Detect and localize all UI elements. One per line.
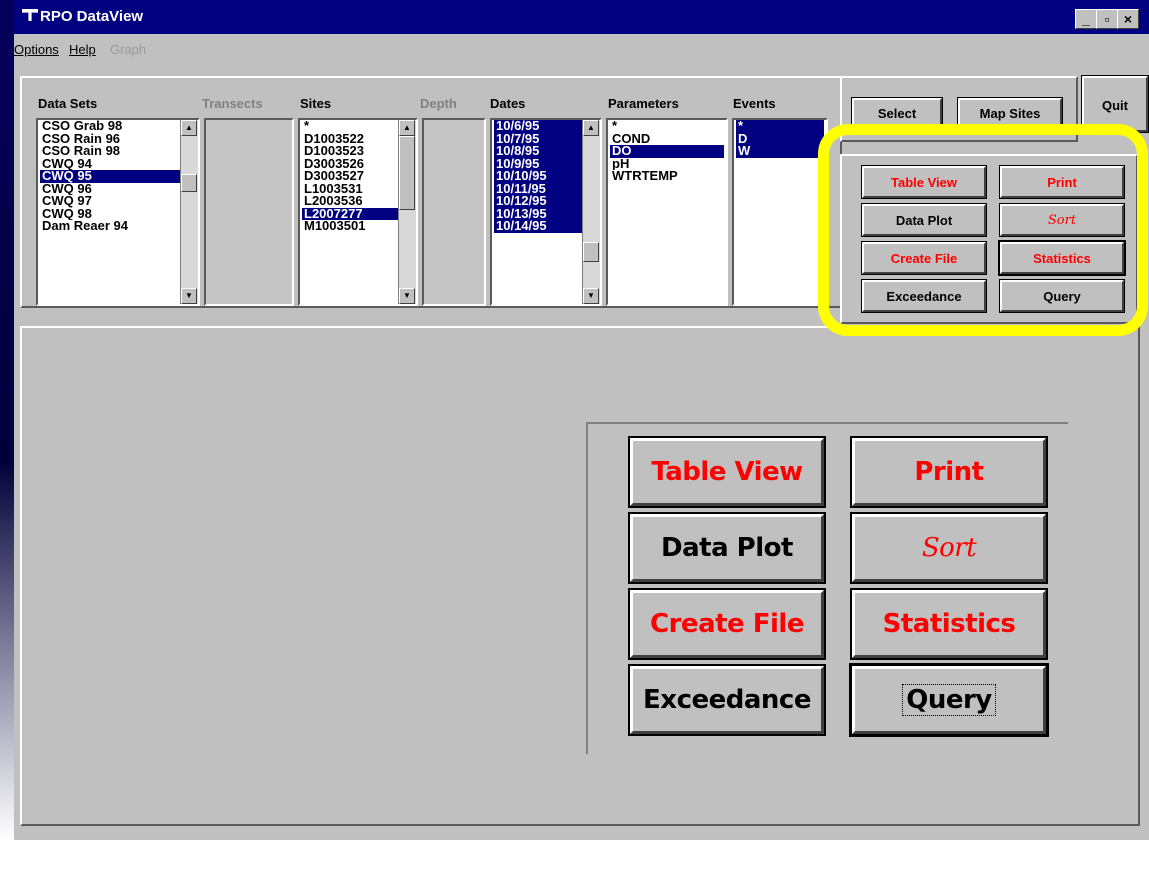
close-button[interactable]: ×: [1117, 9, 1139, 29]
list-item[interactable]: CWQ 94: [40, 158, 180, 171]
list-item[interactable]: 10/14/95: [494, 220, 582, 233]
list-item[interactable]: CSO Rain 98: [40, 145, 180, 158]
zoom-statistics-button[interactable]: Statistics: [850, 588, 1048, 660]
zoom-table-view-button[interactable]: Table View: [628, 436, 826, 508]
list-item[interactable]: CWQ 96: [40, 183, 180, 196]
title-bar[interactable]: RPO DataView _ ▫ ×: [14, 0, 1149, 34]
sites-scrollbar[interactable]: ▲ ▼: [398, 120, 416, 304]
window-title: RPO DataView: [40, 8, 144, 25]
list-item[interactable]: D1003523: [302, 145, 398, 158]
dates-label: Dates: [490, 96, 526, 111]
highlight-ring: [818, 124, 1148, 336]
list-item[interactable]: 10/11/95: [494, 182, 582, 195]
events-list[interactable]: * D W: [732, 118, 828, 306]
list-item[interactable]: *: [610, 120, 724, 133]
scroll-thumb[interactable]: [399, 136, 415, 210]
dates-scrollbar[interactable]: ▲ ▼: [582, 120, 600, 304]
list-item[interactable]: 10/13/95: [494, 207, 582, 220]
list-item[interactable]: WTRTEMP: [610, 170, 724, 183]
zoom-query-label: Query: [902, 684, 996, 716]
list-item[interactable]: W: [736, 145, 824, 158]
list-item[interactable]: CSO Rain 96: [40, 133, 180, 146]
list-item[interactable]: COND: [610, 133, 724, 146]
parameters-list[interactable]: * COND DO pH WTRTEMP: [606, 118, 728, 306]
transects-label: Transects: [202, 96, 263, 111]
list-item[interactable]: L2003536: [302, 195, 398, 208]
list-item[interactable]: CWQ 95: [40, 170, 180, 183]
scroll-up-icon[interactable]: ▲: [181, 120, 197, 136]
list-item[interactable]: M1003501: [302, 220, 398, 233]
list-item[interactable]: 10/9/95: [494, 157, 582, 170]
list-item[interactable]: L2007277: [302, 207, 398, 220]
zoom-sort-button[interactable]: Sort: [850, 512, 1048, 584]
minimize-button[interactable]: _: [1075, 9, 1097, 29]
list-item[interactable]: *: [736, 120, 824, 133]
zoom-data-plot-button[interactable]: Data Plot: [628, 512, 826, 584]
list-item[interactable]: pH: [610, 158, 724, 171]
zoomed-button-inset: Table View Print Data Plot Sort Create F…: [586, 422, 1068, 754]
zoom-query-button[interactable]: Query: [849, 663, 1049, 737]
list-item[interactable]: 10/6/95: [494, 120, 582, 133]
list-item[interactable]: 10/10/95: [494, 170, 582, 183]
selection-panel: Data Sets Transects Sites Depth Dates Pa…: [20, 76, 842, 308]
transects-list: [204, 118, 294, 306]
sites-label: Sites: [300, 96, 332, 111]
list-item[interactable]: CSO Grab 98: [40, 120, 180, 133]
menu-help[interactable]: Help: [69, 42, 96, 57]
list-item[interactable]: D3003526: [302, 158, 398, 171]
menu-graph: Graph: [110, 42, 147, 57]
depth-label: Depth: [420, 96, 457, 111]
zoom-print-button[interactable]: Print: [850, 436, 1048, 508]
depth-list: [422, 118, 486, 306]
list-item[interactable]: *: [302, 120, 398, 133]
sites-list[interactable]: * D1003522 D1003523 D3003526 D3003527 L100353…: [298, 118, 418, 306]
maximize-button[interactable]: ▫: [1096, 9, 1118, 29]
slide-background-bar: [0, 0, 14, 840]
menu-bar: Options Help Graph: [14, 36, 1149, 62]
scroll-thumb[interactable]: [583, 242, 599, 262]
list-item[interactable]: CWQ 98: [40, 208, 180, 221]
scroll-up-icon[interactable]: ▲: [399, 120, 415, 136]
scroll-thumb[interactable]: [181, 174, 197, 192]
list-item[interactable]: DO: [610, 145, 724, 158]
list-item[interactable]: 10/12/95: [494, 195, 582, 208]
list-item[interactable]: CWQ 97: [40, 195, 180, 208]
list-item[interactable]: D1003522: [302, 133, 398, 146]
scroll-down-icon[interactable]: ▼: [583, 288, 599, 304]
zoom-exceedance-button[interactable]: Exceedance: [628, 664, 826, 736]
data-sets-label: Data Sets: [38, 96, 98, 111]
list-item[interactable]: Dam Reaer 94: [40, 220, 180, 233]
list-item[interactable]: D3003527: [302, 170, 398, 183]
parameters-label: Parameters: [608, 96, 679, 111]
scroll-down-icon[interactable]: ▼: [399, 288, 415, 304]
dates-list[interactable]: 10/6/95 10/7/95 10/8/95 10/9/95 10/10/95 10/1…: [490, 118, 602, 306]
list-item[interactable]: 10/8/95: [494, 145, 582, 158]
list-item[interactable]: D: [736, 132, 824, 145]
data-sets-list[interactable]: CSO Grab 98 CSO Rain 96 CSO Rain 98 CWQ 94 C…: [36, 118, 200, 306]
scroll-down-icon[interactable]: ▼: [181, 288, 197, 304]
zoom-create-file-button[interactable]: Create File: [628, 588, 826, 660]
scroll-up-icon[interactable]: ▲: [583, 120, 599, 136]
data-sets-scrollbar[interactable]: ▲ ▼: [180, 120, 198, 304]
menu-options[interactable]: Options: [14, 42, 59, 57]
app-icon: [22, 9, 38, 21]
events-label: Events: [733, 96, 776, 111]
list-item[interactable]: 10/7/95: [494, 132, 582, 145]
list-item[interactable]: L1003531: [302, 183, 398, 196]
